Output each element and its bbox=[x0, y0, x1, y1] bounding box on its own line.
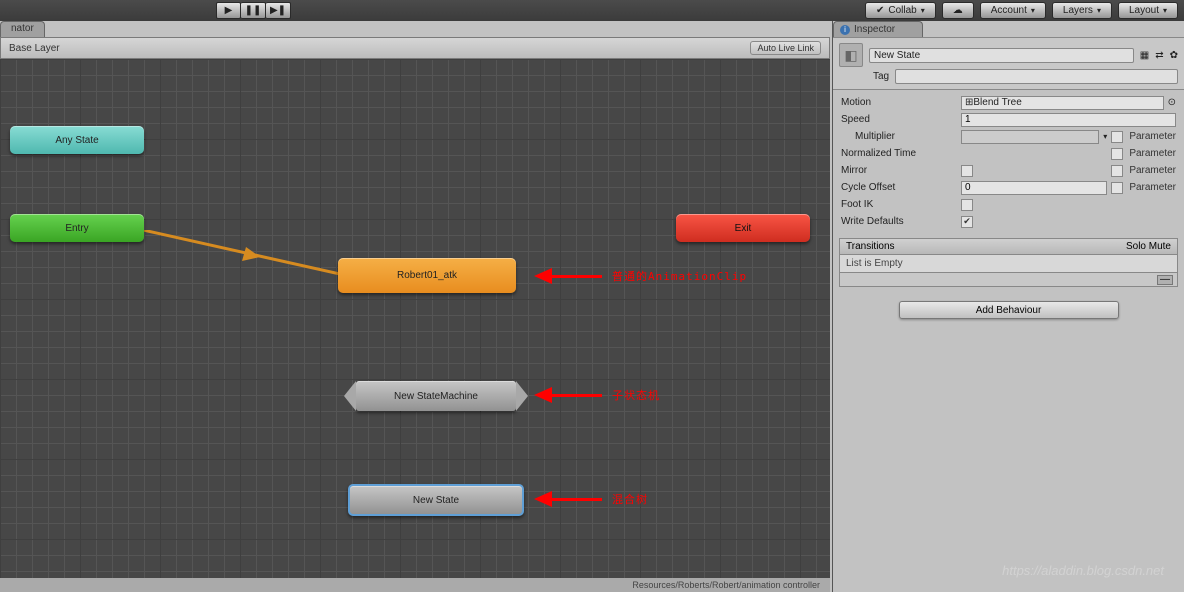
inspector-panel: i Inspector ◧ New State ▦ ⇄ ✿ Tag Motion… bbox=[832, 21, 1184, 592]
node-entry[interactable]: Entry bbox=[10, 214, 144, 242]
normalized-time-label: Normalized Time bbox=[841, 148, 961, 159]
mirror-checkbox[interactable] bbox=[961, 165, 973, 177]
annotation-label-1: 普通的AnimationClip bbox=[612, 268, 747, 284]
inspector-tab[interactable]: i Inspector bbox=[833, 21, 923, 37]
layers-label: Layers bbox=[1063, 5, 1093, 16]
tag-label: Tag bbox=[873, 71, 889, 82]
annotation-label-2: 子状态机 bbox=[612, 387, 660, 403]
param-label-4: Parameter bbox=[1129, 182, 1176, 193]
motion-label: Motion bbox=[841, 97, 961, 108]
inspector-body: Motion ⊞ Blend Tree⊙ Speed Multiplier ▾P… bbox=[833, 90, 1184, 234]
transitions-empty: List is Empty bbox=[840, 255, 1177, 272]
speed-field[interactable] bbox=[961, 113, 1176, 127]
node-any-state[interactable]: Any State bbox=[10, 126, 144, 154]
state-icon: ◧ bbox=[839, 43, 863, 67]
step-button[interactable]: ▶❚ bbox=[266, 2, 291, 19]
normtime-param-checkbox[interactable] bbox=[1111, 148, 1123, 160]
transitions-footer: — bbox=[840, 272, 1177, 286]
write-defaults-label: Write Defaults bbox=[841, 216, 961, 227]
breadcrumb[interactable]: Base Layer bbox=[9, 43, 60, 54]
animator-graph[interactable]: Any State Entry Exit Robert01_atk New St… bbox=[0, 59, 830, 579]
transitions-label: Transitions bbox=[846, 241, 895, 252]
param-label-3: Parameter bbox=[1129, 165, 1176, 176]
annotation-arrow-1: 普通的AnimationClip bbox=[534, 268, 747, 284]
help-icon[interactable]: ▦ bbox=[1140, 50, 1149, 61]
transition-line bbox=[143, 230, 349, 289]
cycle-param-checkbox[interactable] bbox=[1111, 182, 1123, 194]
right-toolbar: ✔ Collab ▾ ☁ Account ▾ Layers ▾ Layout ▾ bbox=[865, 2, 1178, 19]
info-icon: i bbox=[840, 25, 850, 35]
mirror-param-checkbox[interactable] bbox=[1111, 165, 1123, 177]
solo-mute-label: Solo Mute bbox=[1126, 241, 1171, 252]
inspector-header: ◧ New State ▦ ⇄ ✿ Tag bbox=[833, 37, 1184, 90]
param-label-2: Parameter bbox=[1129, 148, 1176, 159]
collab-button[interactable]: ✔ Collab ▾ bbox=[865, 2, 936, 19]
cycle-offset-field[interactable] bbox=[961, 181, 1107, 195]
pause-button[interactable]: ❚❚ bbox=[241, 2, 266, 19]
node-statemachine[interactable]: New StateMachine bbox=[356, 381, 516, 411]
play-button[interactable]: ▶ bbox=[216, 2, 241, 19]
mirror-label: Mirror bbox=[841, 165, 961, 176]
transitions-header: Transitions Solo Mute bbox=[840, 239, 1177, 255]
top-toolbar: ▶ ❚❚ ▶❚ ✔ Collab ▾ ☁ Account ▾ Layers ▾ … bbox=[0, 0, 1184, 21]
cloud-button[interactable]: ☁ bbox=[942, 2, 974, 19]
inspector-tab-label: Inspector bbox=[854, 24, 895, 35]
state-name-field[interactable]: New State bbox=[869, 48, 1134, 63]
cycle-offset-label: Cycle Offset bbox=[841, 182, 961, 193]
transitions-box: Transitions Solo Mute List is Empty — bbox=[839, 238, 1178, 287]
auto-live-link-toggle[interactable]: Auto Live Link bbox=[750, 41, 821, 55]
speed-label: Speed bbox=[841, 114, 961, 125]
motion-value: Blend Tree bbox=[973, 97, 1021, 108]
layout-button[interactable]: Layout ▾ bbox=[1118, 2, 1178, 19]
multiplier-field bbox=[961, 130, 1099, 144]
account-label: Account bbox=[991, 5, 1027, 16]
watermark: https://aladdin.blog.csdn.net bbox=[1002, 563, 1164, 578]
motion-field[interactable]: ⊞ Blend Tree bbox=[961, 96, 1164, 110]
status-bar: Resources/Roberts/Robert/animation contr… bbox=[0, 578, 830, 592]
write-defaults-checkbox[interactable]: ✔ bbox=[961, 216, 973, 228]
animator-tab[interactable]: nator bbox=[0, 21, 45, 37]
object-picker-icon[interactable]: ⊙ bbox=[1168, 97, 1176, 108]
node-exit[interactable]: Exit bbox=[676, 214, 810, 242]
preset-icon[interactable]: ⇄ bbox=[1155, 50, 1163, 61]
annotation-label-3: 混合树 bbox=[612, 491, 648, 507]
account-button[interactable]: Account ▾ bbox=[980, 2, 1046, 19]
param-label-1: Parameter bbox=[1129, 131, 1176, 142]
remove-transition-button[interactable]: — bbox=[1157, 275, 1173, 285]
animator-breadcrumb-bar: Base Layer Auto Live Link bbox=[0, 37, 830, 59]
node-new-state[interactable]: New State bbox=[348, 484, 524, 516]
foot-ik-label: Foot IK bbox=[841, 199, 961, 210]
foot-ik-checkbox[interactable] bbox=[961, 199, 973, 211]
multiplier-param-checkbox[interactable] bbox=[1111, 131, 1123, 143]
multiplier-label: Multiplier bbox=[841, 131, 961, 142]
node-state-robert01-atk[interactable]: Robert01_atk bbox=[338, 258, 516, 293]
annotation-arrow-3: 混合树 bbox=[534, 491, 648, 507]
play-controls: ▶ ❚❚ ▶❚ bbox=[216, 2, 291, 19]
annotation-arrow-2: 子状态机 bbox=[534, 387, 660, 403]
layers-button[interactable]: Layers ▾ bbox=[1052, 2, 1112, 19]
gear-icon[interactable]: ✿ bbox=[1170, 50, 1178, 61]
layout-label: Layout bbox=[1129, 5, 1159, 16]
animator-tab-strip: nator bbox=[0, 21, 45, 37]
tag-field[interactable] bbox=[895, 69, 1178, 84]
collab-label: Collab bbox=[888, 5, 916, 16]
add-behaviour-button[interactable]: Add Behaviour bbox=[899, 301, 1119, 319]
